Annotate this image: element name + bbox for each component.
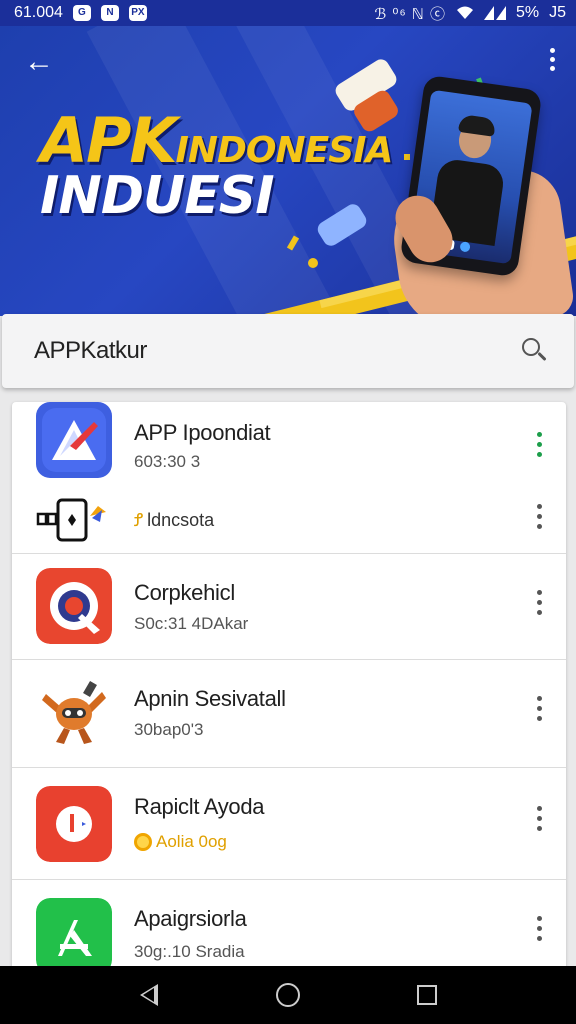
back-triangle-icon — [140, 984, 159, 1006]
list-item[interactable]: Apaigrsiorla 30g:.10 Sradia — [12, 880, 566, 970]
app-store-arrow-icon — [36, 402, 112, 478]
battery-text: 5% — [515, 4, 540, 21]
search-bar[interactable]: APPKatkur — [2, 314, 574, 388]
l-logo-icon — [36, 786, 112, 862]
system-nav-bar — [0, 966, 576, 1024]
recents-square-icon — [416, 985, 437, 1005]
app-name: Apnin Sesivatall — [134, 686, 286, 711]
signal-icon — [483, 6, 506, 20]
q-logo-icon — [36, 568, 112, 644]
app-name: Rapiclt Ayoda — [134, 794, 265, 819]
status-right: ℬ ⁰⁶ ℕ ⓒ 5% J5 — [374, 3, 566, 24]
robot-character-icon — [36, 674, 112, 750]
px-notification-icon: PX — [128, 5, 147, 21]
nav-back-button[interactable] — [129, 975, 169, 1015]
search-input[interactable]: APPKatkur — [34, 337, 520, 365]
app-subtitle: 30g:.10 Sradia — [134, 942, 245, 961]
app-subtitle: S0c:31 4DAkar — [134, 614, 249, 633]
item-menu-icon[interactable] — [532, 806, 546, 836]
item-menu-icon[interactable] — [532, 432, 546, 462]
sub-entry-label: Ꝭ ldncsota — [134, 509, 215, 531]
overflow-menu-icon[interactable] — [546, 48, 558, 78]
status-glyphs: ℬ ⁰⁶ ℕ ⓒ — [374, 5, 446, 23]
n-notification-icon: N — [100, 5, 119, 21]
item-menu-icon[interactable] — [532, 696, 546, 726]
hero-title-indonesia: INDONESIA — [175, 130, 393, 171]
phone-device-icon — [36, 498, 116, 542]
hero-banner: ← APKINDONESIA INDUESI — [0, 26, 576, 316]
g-notification-icon: G — [72, 5, 91, 21]
item-menu-icon[interactable] — [532, 916, 546, 946]
app-subtitle: 30bap0'3 — [134, 720, 204, 739]
coin-icon — [134, 833, 152, 851]
list-item[interactable]: Apnin Sesivatall 30bap0'3 — [12, 660, 566, 768]
link-icon: Ꝭ — [134, 510, 144, 530]
decor-confetti — [308, 258, 318, 268]
list-item[interactable]: APP Ipoondiat 603:30 3 Ꝭ ldncsota — [12, 402, 566, 554]
app-subtitle: Aolia 0og — [156, 832, 227, 851]
wifi-icon — [456, 6, 473, 19]
decor-confetti — [404, 154, 410, 160]
app-subtitle: 603:30 3 — [134, 452, 201, 471]
app-name: Apaigrsiorla — [134, 906, 247, 931]
item-menu-icon[interactable] — [532, 590, 546, 620]
back-arrow-icon[interactable]: ← — [22, 46, 56, 80]
list-item[interactable]: Corpkehicl S0c:31 4DAkar — [12, 554, 566, 660]
status-time: 61.004 — [14, 4, 63, 21]
status-left: 61.004 G N PX — [14, 4, 147, 22]
sub-entry[interactable]: Ꝭ ldncsota — [12, 496, 566, 546]
app-name: APP Ipoondiat — [134, 420, 271, 445]
app-subtitle-row: Aolia 0og — [134, 832, 227, 852]
status-bar: 61.004 G N PX ℬ ⁰⁶ ℕ ⓒ 5% J5 — [0, 0, 576, 26]
search-icon[interactable] — [520, 336, 550, 366]
app-name: Corpkehicl — [134, 580, 235, 605]
nav-home-button[interactable] — [268, 975, 308, 1015]
nav-recents-button[interactable] — [407, 975, 447, 1015]
status-extra: J5 — [549, 4, 566, 21]
list-item[interactable]: Rapiclt Ayoda Aolia 0og — [12, 768, 566, 880]
item-menu-icon[interactable] — [532, 504, 546, 534]
appstore-a-icon — [36, 898, 112, 970]
home-circle-icon — [275, 983, 300, 1007]
hero-subtitle: INDUESI — [40, 166, 275, 226]
app-list: APP Ipoondiat 603:30 3 Ꝭ ldncsota Corpke… — [12, 402, 566, 970]
